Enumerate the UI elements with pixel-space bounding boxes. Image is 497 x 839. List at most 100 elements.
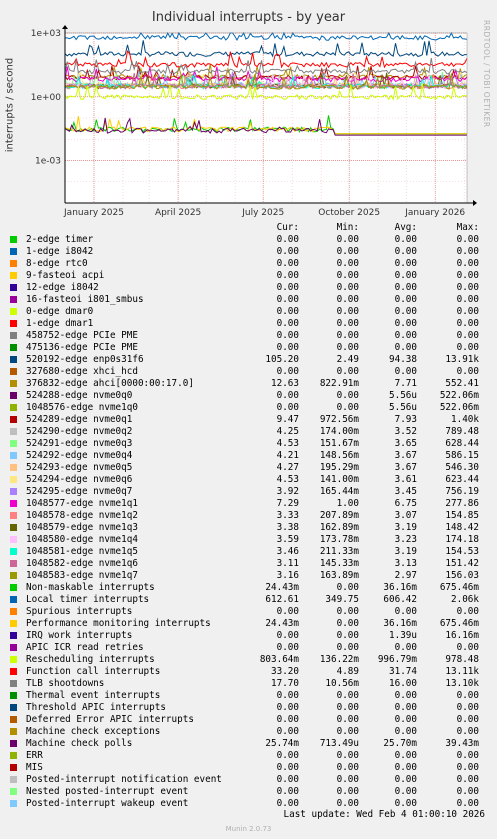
legend-row: 520192-edge enp0s31f6 105.20 2.49 94.38 13.9… — [10, 354, 479, 366]
legend-min: 163.89m — [319, 570, 359, 581]
legend-avg: 0.00 — [394, 714, 417, 725]
legend-swatch — [10, 500, 17, 507]
legend-min: 151.67m — [319, 438, 359, 449]
legend-max: 0.00 — [456, 282, 479, 293]
legend-row: 524295-edge nvme0q7 3.92 165.44m 3.45 756.19 — [10, 486, 479, 498]
legend-avg: 0.00 — [394, 282, 417, 293]
legend-min: 162.89m — [319, 522, 359, 533]
legend-row: 1048577-edge nvme1q1 7.29 1.00 6.75 277.86 — [10, 498, 479, 510]
legend-row: 1048583-edge nvme1q7 3.16 163.89m 2.97 156.0… — [10, 570, 479, 582]
legend-swatch — [10, 536, 17, 543]
legend-swatch-cell — [10, 306, 26, 318]
legend-avg: 7.71 — [394, 378, 417, 389]
legend-max: 174.18 — [445, 534, 479, 545]
legend-swatch-cell — [10, 378, 26, 390]
legend-series-name: 524291-edge nvme0q3 — [26, 438, 133, 449]
legend-cur: 0.00 — [276, 762, 299, 773]
legend-min: 148.56m — [319, 450, 359, 461]
legend-swatch — [10, 668, 17, 675]
legend-min: 136.22m — [319, 654, 359, 665]
legend-cur: 0.00 — [276, 786, 299, 797]
legend-series-name: Thermal event interrupts — [26, 690, 161, 701]
legend-series-name: 9-fasteoi acpi — [26, 270, 105, 281]
legend-min: 0.00 — [336, 306, 359, 317]
legend-cur: 0.00 — [276, 318, 299, 329]
legend-max: 789.48 — [445, 426, 479, 437]
legend-row: Machine check exceptions 0.00 0.00 0.00 0.00 — [10, 726, 479, 738]
legend-swatch — [10, 644, 17, 651]
legend-min: 174.00m — [319, 426, 359, 437]
legend-cur: 3.59 — [276, 534, 299, 545]
legend-series-name: 524288-edge nvme0q0 — [26, 390, 133, 401]
legend-avg: 3.61 — [394, 474, 417, 485]
legend-avg: 0.00 — [394, 294, 417, 305]
legend-min: 0.00 — [336, 342, 359, 353]
legend-row: Deferred Error APIC interrupts 0.00 0.00 0.… — [10, 714, 479, 726]
legend-swatch — [10, 560, 17, 567]
x-tick-label: July 2025 — [241, 208, 284, 218]
legend-min: 207.89m — [319, 510, 359, 521]
legend-swatch — [10, 788, 17, 795]
legend-min: 195.29m — [319, 462, 359, 473]
legend-cur: 0.00 — [276, 690, 299, 701]
legend-avg: 1.39u — [389, 630, 417, 641]
legend-cur: 3.38 — [276, 522, 299, 533]
legend-swatch — [10, 800, 17, 807]
legend-swatch — [10, 584, 17, 591]
legend-avg: 5.56u — [389, 390, 417, 401]
legend-max: 0.00 — [456, 702, 479, 713]
legend-swatch-cell — [10, 582, 26, 594]
legend-series-name: Machine check polls — [26, 738, 133, 749]
legend-swatch — [10, 428, 17, 435]
legend-row: 524289-edge nvme0q1 9.47 972.56m 7.93 1.40k — [10, 414, 479, 426]
legend-series-name: Performance monitoring interrupts — [26, 618, 211, 629]
legend-avg: 36.16m — [383, 618, 417, 629]
legend-swatch-cell — [10, 450, 26, 462]
x-tick-label: April 2025 — [155, 208, 201, 218]
legend-swatch-cell — [10, 570, 26, 582]
legend-swatch-cell — [10, 282, 26, 294]
legend-row: 458752-edge PCIe PME 0.00 0.00 0.00 0.00 — [10, 330, 479, 342]
legend-min: 0.00 — [336, 750, 359, 761]
legend-cur: 803.64m — [259, 654, 299, 665]
legend-cur: 0.00 — [276, 366, 299, 377]
legend-cur: 3.16 — [276, 570, 299, 581]
legend-row: Threshold APIC interrupts 0.00 0.00 0.00 0.0… — [10, 702, 479, 714]
legend-avg: 0.00 — [394, 702, 417, 713]
legend-cur: 0.00 — [276, 390, 299, 401]
legend-min: 0.00 — [336, 762, 359, 773]
legend-swatch-cell — [10, 486, 26, 498]
legend-max: 522.06m — [439, 390, 479, 401]
y-axis-arrow — [62, 25, 68, 29]
legend-swatch — [10, 416, 17, 423]
legend-max: 0.00 — [456, 762, 479, 773]
legend-swatch — [10, 272, 17, 279]
legend-series-name: 524294-edge nvme0q6 — [26, 474, 133, 485]
legend-cur: 612.61 — [265, 594, 299, 605]
legend-row: Spurious interrupts 0.00 0.00 0.00 0.00 — [10, 606, 479, 618]
legend-swatch — [10, 632, 17, 639]
legend-swatch — [10, 704, 17, 711]
legend-max: 0.00 — [456, 234, 479, 245]
legend-swatch-cell — [10, 798, 26, 810]
legend-row: TLB shootdowns 17.70 10.56m 16.00 13.10k — [10, 678, 479, 690]
legend-max: 0.00 — [456, 294, 479, 305]
legend-avg: 0.00 — [394, 642, 417, 653]
legend-series-name: Spurious interrupts — [26, 606, 133, 617]
legend-row: 1048582-edge nvme1q6 3.11 145.33m 3.13 151.4… — [10, 558, 479, 570]
legend-swatch-cell — [10, 546, 26, 558]
legend-swatch-cell — [10, 702, 26, 714]
legend-swatch-cell — [10, 294, 26, 306]
legend-row: 524292-edge nvme0q4 4.21 148.56m 3.67 586.15 — [10, 450, 479, 462]
legend-cur: 0.00 — [276, 642, 299, 653]
legend-swatch-cell — [10, 258, 26, 270]
legend-max: 0.00 — [456, 726, 479, 737]
legend-series-name: Posted-interrupt notification event — [26, 774, 222, 785]
legend-row: 376832-edge ahci[0000:00:17.0] 12.63 822.9… — [10, 378, 479, 390]
legend-series-name: 524289-edge nvme0q1 — [26, 414, 133, 425]
legend-max: 154.85 — [445, 510, 479, 521]
legend-row: Function call interrupts 33.20 4.89 31.74 13… — [10, 666, 479, 678]
legend-max: 623.44 — [445, 474, 479, 485]
legend-row: 524290-edge nvme0q2 4.25 174.00m 3.52 789.48 — [10, 426, 479, 438]
legend-min: 0.00 — [336, 582, 359, 593]
